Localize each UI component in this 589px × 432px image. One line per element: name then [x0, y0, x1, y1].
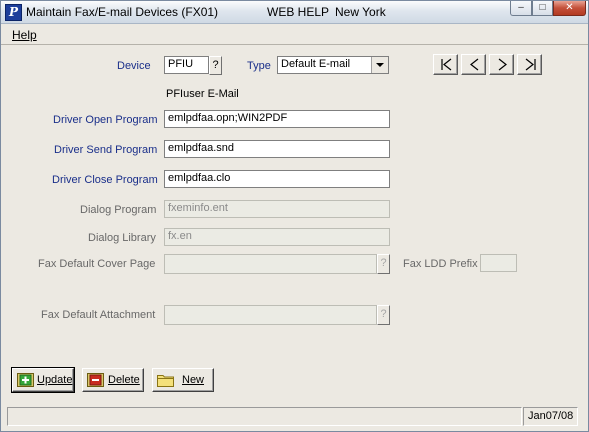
driver-send-label: Driver Send Program	[54, 144, 158, 156]
menu-help[interactable]: Help	[12, 28, 37, 42]
update-button[interactable]: Update	[11, 367, 75, 393]
add-icon	[17, 373, 34, 387]
maximize-button[interactable]: □	[532, 1, 553, 16]
type-select[interactable]: Default E-mail	[277, 56, 389, 74]
folder-icon	[157, 375, 174, 387]
web-help-label[interactable]: WEB HELP	[267, 5, 329, 19]
close-button[interactable]: ✕	[553, 1, 586, 16]
next-record-button[interactable]	[489, 54, 514, 75]
driver-open-label: Driver Open Program	[53, 114, 158, 126]
location-label: New York	[335, 5, 386, 19]
app-icon: P	[5, 4, 22, 21]
fax-attachment-lookup-button: ?	[377, 305, 390, 325]
minimize-button[interactable]: –	[510, 1, 532, 16]
status-bar: Jan07/08	[1, 404, 588, 431]
previous-record-icon	[470, 58, 479, 71]
status-date: Jan07/08	[523, 407, 578, 426]
device-description: PFIuser E-Mail	[166, 88, 239, 100]
device-input[interactable]: PFIU	[164, 56, 209, 74]
dialog-library-input: fx.en	[164, 228, 390, 246]
update-label: Update	[37, 374, 73, 386]
previous-record-button[interactable]	[461, 54, 486, 75]
last-record-icon	[525, 58, 536, 71]
dialog-library-label: Dialog Library	[88, 232, 156, 244]
dialog-program-input: fxeminfo.ent	[164, 200, 390, 218]
menu-bar: Help	[1, 24, 588, 45]
delete-icon	[87, 373, 104, 387]
fax-attachment-input	[164, 305, 377, 325]
fax-ldd-prefix-label: Fax LDD Prefix	[403, 258, 478, 270]
driver-send-input[interactable]: emlpdfaa.snd	[164, 140, 390, 158]
last-record-button[interactable]	[517, 54, 542, 75]
fax-cover-lookup-button: ?	[377, 254, 390, 274]
fax-cover-input	[164, 254, 377, 274]
next-record-icon	[498, 58, 507, 71]
driver-close-input[interactable]: emlpdfaa.clo	[164, 170, 390, 188]
type-select-value: Default E-mail	[281, 58, 351, 70]
title-bar: P Maintain Fax/E-mail Devices (FX01) WEB…	[1, 1, 588, 24]
delete-button[interactable]: Delete	[82, 368, 144, 392]
device-lookup-button[interactable]: ?	[209, 56, 222, 75]
first-record-icon	[441, 58, 452, 71]
main-window: P Maintain Fax/E-mail Devices (FX01) WEB…	[0, 0, 589, 432]
new-button[interactable]: New	[152, 368, 214, 392]
driver-close-label: Driver Close Program	[52, 174, 158, 186]
first-record-button[interactable]	[433, 54, 458, 75]
delete-label: Delete	[108, 374, 140, 386]
window-title: Maintain Fax/E-mail Devices (FX01)	[26, 5, 219, 19]
chevron-down-icon[interactable]	[371, 57, 388, 73]
dialog-program-label: Dialog Program	[80, 204, 157, 216]
new-label: New	[182, 374, 205, 386]
fax-ldd-prefix-input	[480, 254, 517, 272]
fax-cover-label: Fax Default Cover Page	[38, 258, 156, 270]
status-message	[7, 407, 522, 426]
type-label: Type	[247, 60, 271, 72]
device-label: Device	[117, 60, 151, 72]
driver-open-input[interactable]: emlpdfaa.opn;WIN2PDF	[164, 110, 390, 128]
fax-attachment-label: Fax Default Attachment	[41, 309, 156, 321]
